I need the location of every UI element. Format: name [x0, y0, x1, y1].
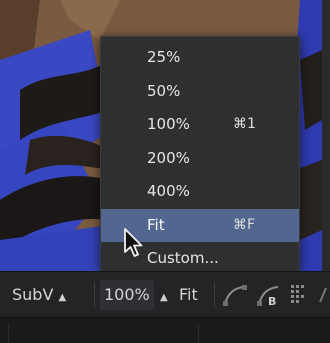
- fit-button[interactable]: Fit: [179, 272, 198, 318]
- panel-divider: [198, 324, 199, 343]
- zoom-value: 100%: [104, 285, 150, 304]
- fit-label: Fit: [179, 285, 198, 304]
- panel-divider: [8, 324, 9, 343]
- spline-icon[interactable]: [222, 283, 248, 307]
- menu-item-label: 25%: [147, 48, 181, 66]
- caret-up-icon: ▲: [58, 292, 67, 303]
- zoom-dropdown[interactable]: 100%: [104, 272, 150, 318]
- caret-up-icon: ▲: [160, 292, 168, 303]
- subview-label: SubV: [12, 285, 54, 304]
- subview-button[interactable]: SubV ▲: [12, 272, 66, 318]
- menu-item-400[interactable]: 400%: [101, 175, 299, 209]
- mouse-pointer-icon: [124, 228, 143, 257]
- bottom-panel: [0, 317, 330, 343]
- spline-b-icon[interactable]: B: [256, 283, 284, 307]
- menu-item-shortcut: ⌘1: [233, 116, 256, 132]
- toolbar-divider: [94, 282, 95, 308]
- menu-item-label: 400%: [147, 182, 190, 200]
- menu-item-25[interactable]: 25%: [101, 41, 299, 75]
- grid-dots-icon[interactable]: [290, 284, 314, 306]
- tool-icon-partial[interactable]: [318, 286, 328, 304]
- menu-item-100[interactable]: 100% ⌘1: [101, 108, 299, 142]
- menu-item-label: 200%: [147, 148, 190, 167]
- menu-item-shortcut: ⌘F: [233, 216, 256, 233]
- menu-item-label: 50%: [147, 81, 181, 100]
- zoom-caret-button[interactable]: ▲: [160, 272, 168, 318]
- toolbar-divider: [214, 282, 215, 308]
- svg-text:B: B: [268, 295, 276, 307]
- menu-item-label: 100%: [147, 115, 190, 133]
- menu-item-200[interactable]: 200%: [101, 142, 299, 176]
- menu-item-50[interactable]: 50%: [101, 75, 299, 109]
- viewer-toolbar: SubV ▲ 100% ▲ Fit B: [0, 271, 330, 317]
- menu-item-label: Custom...: [147, 249, 219, 267]
